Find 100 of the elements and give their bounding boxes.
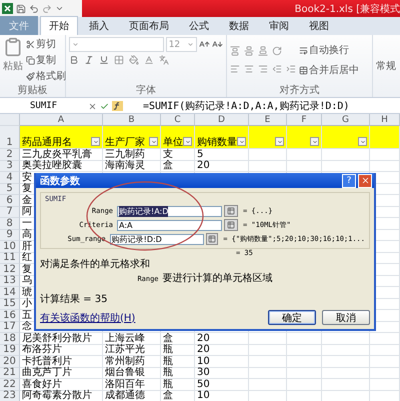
ribbon-tab[interactable]: 插入 [80, 16, 118, 35]
row-header[interactable]: 7 [0, 206, 20, 218]
column-header[interactable]: E [249, 114, 287, 126]
filter-dropdown[interactable] [358, 137, 367, 146]
row-header[interactable]: 8 [0, 218, 20, 230]
row-header[interactable]: 15 [0, 298, 20, 310]
top-align-icon[interactable] [230, 46, 240, 56]
font-name-field[interactable] [69, 37, 164, 52]
align-center-icon[interactable] [244, 64, 254, 74]
column-title: 药品通用名 [22, 137, 72, 148]
italic-icon[interactable] [84, 55, 94, 65]
function-icon[interactable] [112, 101, 123, 111]
font-color-icon[interactable] [144, 55, 154, 65]
wrap-text-button[interactable]: 自动换行 [299, 43, 359, 57]
window-title: Book2-1.xls [兼容模式 [294, 2, 400, 16]
row-header[interactable]: 4 [0, 172, 20, 184]
table-cell: 三九制药 [103, 149, 161, 160]
row-header[interactable]: 11 [0, 252, 20, 264]
redo-icon[interactable] [42, 4, 52, 14]
middle-align-icon[interactable] [244, 46, 254, 56]
column-header[interactable]: B [103, 114, 161, 126]
ribbon-tab[interactable]: 开始 [40, 16, 78, 35]
decrease-indent-icon[interactable] [272, 64, 282, 74]
column-header[interactable]: G [322, 114, 370, 126]
paste-button[interactable]: 粘贴 [3, 59, 23, 73]
filter-dropdown[interactable] [183, 137, 192, 146]
bold-icon[interactable] [69, 55, 79, 65]
number-format-field[interactable]: 常规 [376, 37, 396, 95]
row-header[interactable]: 19 [0, 344, 20, 356]
orientation-icon[interactable] [272, 46, 282, 56]
row-header[interactable]: 23 [0, 390, 20, 401]
column-title: 购销数量 [197, 137, 237, 148]
argument-field[interactable]: 购药记录!A:D [117, 206, 222, 216]
ribbon-tab[interactable]: 审阅 [260, 16, 298, 35]
underline-icon[interactable] [99, 55, 109, 65]
row-header[interactable]: 22 [0, 379, 20, 390]
column-header[interactable]: H [370, 114, 400, 126]
row-header[interactable]: 16 [0, 310, 20, 322]
help-button[interactable]: ? [342, 174, 356, 188]
row-header[interactable]: 20 [0, 356, 20, 368]
save-icon[interactable] [16, 4, 26, 14]
fill-color-icon[interactable] [129, 55, 139, 65]
argument-field[interactable]: 购药记录!D:D [110, 234, 204, 244]
customize-caret-icon[interactable] [55, 4, 64, 13]
merge-center-button[interactable]: 合并后居中 [299, 63, 359, 77]
empty-cell [249, 333, 287, 344]
row-header[interactable]: 6 [0, 195, 20, 206]
dialog-button[interactable]: 确定 [268, 310, 316, 325]
table-cell: 卡托普利片 [20, 356, 103, 368]
copy-button[interactable]: 复制 [26, 53, 66, 67]
increase-indent-icon[interactable] [286, 64, 296, 74]
filter-dropdown[interactable] [237, 137, 246, 146]
cut-button[interactable]: 剪切 [26, 37, 66, 51]
enter-icon[interactable] [100, 102, 109, 110]
shrink-font-icon[interactable] [212, 39, 224, 50]
column-header[interactable]: C [161, 114, 195, 126]
table-cell: 烟台鲁银 [103, 368, 161, 379]
filter-dropdown[interactable] [310, 137, 319, 146]
column-header[interactable]: D [195, 114, 249, 126]
argument-field[interactable]: A:A [117, 220, 222, 230]
row-header[interactable]: 17 [0, 322, 20, 333]
ribbon-tab[interactable]: 数据 [220, 16, 258, 35]
row-header[interactable]: 1 [0, 126, 20, 149]
cancel-icon[interactable] [88, 102, 97, 110]
range-select-button[interactable] [206, 233, 218, 245]
dialog-button[interactable]: 取消 [322, 310, 370, 325]
caret-icon [312, 138, 318, 144]
formula-field[interactable]: =SUMIF(购药记录!A:D,A:A,购药记录!D:D) [143, 99, 350, 113]
row-header[interactable]: 2 [0, 149, 20, 160]
row-header[interactable]: 13 [0, 276, 20, 287]
row-header[interactable]: 3 [0, 160, 20, 172]
range-select-button[interactable] [224, 205, 238, 217]
row-header[interactable]: 12 [0, 264, 20, 276]
filter-dropdown[interactable] [91, 137, 100, 146]
row-header[interactable]: 9 [0, 230, 20, 241]
row-header[interactable]: 14 [0, 287, 20, 298]
ribbon-tab[interactable]: 视图 [300, 16, 338, 35]
column-header[interactable]: F [287, 114, 322, 126]
format-painter-button[interactable]: 格式刷 [26, 69, 66, 83]
border-icon[interactable] [114, 55, 124, 65]
row-header[interactable]: 10 [0, 241, 20, 252]
caret-icon [184, 138, 190, 144]
align-left-icon[interactable] [230, 64, 240, 74]
bottom-align-icon[interactable] [258, 46, 268, 56]
name-box[interactable]: SUMIF [0, 101, 88, 111]
filter-dropdown[interactable] [275, 137, 284, 146]
close-button[interactable] [358, 174, 372, 188]
filter-dropdown[interactable] [149, 137, 158, 146]
undo-icon[interactable] [29, 4, 39, 14]
paste-icon [3, 37, 23, 57]
column-header[interactable]: A [20, 114, 103, 126]
row-header[interactable]: 18 [0, 333, 20, 344]
empty-cell [249, 160, 287, 172]
ribbon-tab[interactable]: 页面布局 [120, 16, 178, 35]
align-right-icon[interactable] [258, 64, 268, 74]
ribbon-tab[interactable]: 公式 [180, 16, 218, 35]
row-header[interactable]: 5 [0, 184, 20, 195]
range-select-button[interactable] [224, 219, 238, 231]
row-header[interactable]: 21 [0, 368, 20, 379]
phonetic-icon[interactable] [159, 55, 169, 65]
